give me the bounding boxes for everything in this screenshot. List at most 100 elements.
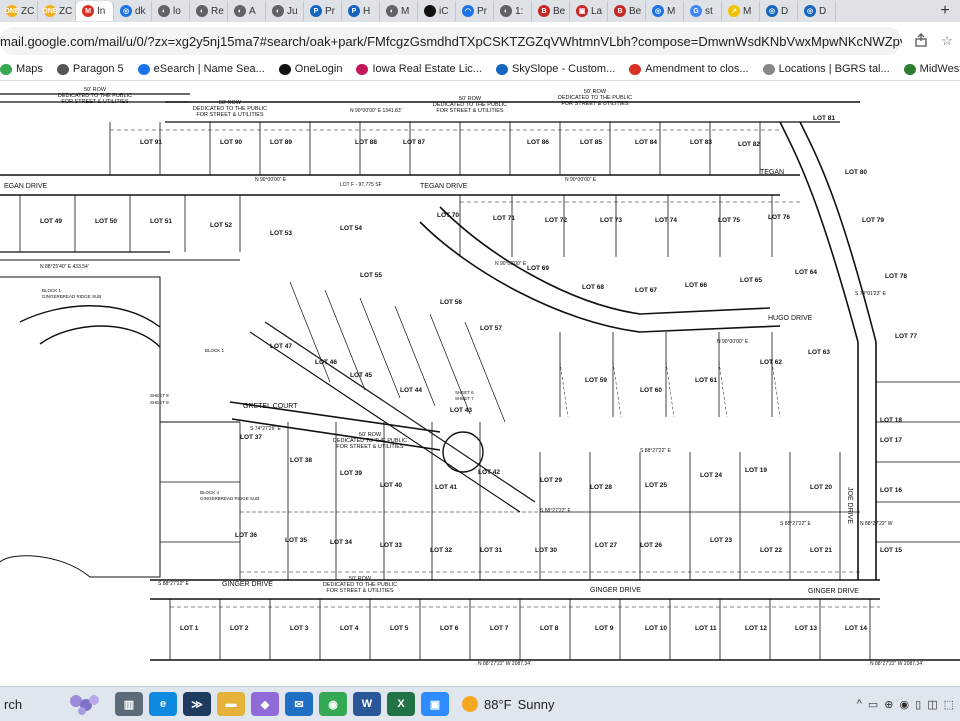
browser-tab[interactable]: iC [418,1,456,21]
browser-tab[interactable]: ◎ D [760,1,798,21]
lot-label: LOT 28 [590,484,612,491]
tab-title: In [97,5,106,17]
tab-favicon-icon: ONE [4,5,20,17]
bookmark-item[interactable]: Maps [0,63,43,75]
tab-title: Pr [325,5,335,17]
lot-label: LOT 75 [718,217,740,224]
copilot-icon[interactable]: ◆ [251,692,279,716]
browser-tab[interactable]: ◐ 1: [494,1,532,21]
sun-icon [462,696,478,712]
zoom-icon[interactable]: ▣ [421,692,449,716]
browser-tab[interactable]: ◐ A [228,1,266,21]
street-label: JOE DRIVE [846,487,853,524]
lot-label: LOT 83 [690,139,712,146]
bookmark-item[interactable]: SkySlope - Custom... [495,63,615,75]
tray-icon[interactable]: ◫ [927,698,937,711]
bookmark-item[interactable]: Amendment to clos... [629,63,749,75]
bearing-label: N 90°00'00" E 1341.83' [350,108,402,114]
lot-label: LOT 6 [440,625,459,632]
tab-favicon-icon: ◎ [766,5,778,17]
bookmark-label: Amendment to clos... [645,63,749,75]
lot-label: LOT 20 [810,484,832,491]
lot-label: LOT 37 [240,434,262,441]
task-view-icon[interactable]: ▥ [115,692,143,716]
bookmark-item[interactable]: OneLogin [278,63,342,75]
lot-label: LOT 9 [595,625,614,632]
lot-label: LOT 18 [880,417,902,424]
powershell-icon[interactable]: ≫ [183,692,211,716]
taskbar-search[interactable]: rch [0,687,56,721]
lot-label: LOT 65 [740,277,762,284]
lot-label: LOT 86 [527,139,549,146]
tab-favicon-icon: G [690,5,702,17]
browser-tab[interactable]: B Be [532,1,570,21]
browser-tab[interactable]: ONE ZC [38,1,76,21]
bookmark-item[interactable]: Paragon 5 [56,63,124,75]
bookmark-item[interactable]: eSearch | Name Sea... [137,63,265,75]
lot-label: LOT 26 [640,542,662,549]
lot-label: LOT 50 [95,218,117,225]
weather-widget[interactable]: 88°F Sunny [462,696,554,712]
bookmark-favicon-icon [762,63,775,75]
url-field[interactable]: mail.google.com/mail/u/0/?zx=xg2y5nj15ma… [0,27,902,55]
bookmarks-bar: Maps Paragon 5 eSearch | Name Sea... OneLog… [0,58,960,81]
bookmark-item[interactable]: Iowa Real Estate Lic... [356,63,482,75]
lot-label: LOT 55 [360,272,382,279]
lot-label: LOT 87 [403,139,425,146]
browser-tab[interactable]: ◐ Ju [266,1,304,21]
browser-tab[interactable]: ◎ M [646,1,684,21]
browser-tab[interactable]: M In [76,1,114,21]
browser-tab[interactable]: ◎ dk [114,1,152,21]
street-label: EGAN DRIVE [4,183,48,190]
excel-icon[interactable]: X [387,692,415,716]
browser-tab[interactable]: ◠ Pr [456,1,494,21]
tray-icon[interactable]: ◉ [900,698,910,711]
bookmark-favicon-icon [495,63,508,75]
lot-label: LOT 41 [435,484,457,491]
bearing-label: S 88°27'22" E [780,521,812,527]
tray-icon[interactable]: ^ [857,698,862,710]
browser-tab[interactable]: Gst [684,1,722,21]
tab-favicon-icon: ◐ [272,5,284,17]
browser-tab[interactable]: ◐ M [380,1,418,21]
browser-tab[interactable]: ◎ D [798,1,836,21]
browser-tab[interactable]: ◐ Re [190,1,228,21]
browser-tab[interactable]: ◐ lo [152,1,190,21]
browser-tab[interactable]: ▣ La [570,1,608,21]
new-tab-button[interactable]: + [930,2,960,20]
sheet-note-label: GINGERBREAD RIDGE SUB [42,294,101,299]
lot-label: LOT 29 [540,477,562,484]
bookmark-item[interactable]: MidWestOne [903,63,960,75]
browser-tab[interactable]: B Be [608,1,646,21]
plat-map-viewer[interactable]: LOT 1 LOT 2 LOT 3 LOT 4 LOT 5 LOT 6 LOT 7 LOT 8… [0,82,960,686]
mail-icon[interactable]: ✉ [285,692,313,716]
tab-favicon-icon: B [614,5,626,17]
browser-tab[interactable]: P Pr [304,1,342,21]
lot-label: LOT 14 [845,625,867,632]
tray-icon[interactable]: ⬚ [944,698,954,711]
share-icon[interactable] [908,32,934,50]
lot-label: LOT 85 [580,139,602,146]
browser-tab[interactable]: ↗ M [722,1,760,21]
lot-label: LOT 3 [290,625,309,632]
tab-title: D [781,5,789,17]
browser-tab[interactable]: ONE ZC [0,1,38,21]
browser-tab[interactable]: PH [342,1,380,21]
lot-label: LOT 40 [380,482,402,489]
bearing-label: S 79°01'23" E [855,291,887,297]
star-icon[interactable]: ☆ [934,33,960,49]
chrome-icon[interactable]: ◉ [319,692,347,716]
bearing-label: N 88°27'22" W 2087.34' [870,661,923,667]
tray-icon[interactable]: ▭ [868,698,878,711]
file-explorer-icon[interactable]: ▬ [217,692,245,716]
tab-title: Be [553,5,566,17]
word-icon[interactable]: W [353,692,381,716]
lot-label: LOT 44 [400,387,422,394]
lot-label: LOT 67 [635,287,657,294]
edge-icon[interactable]: e [149,692,177,716]
lot-label: LOT 17 [880,437,902,444]
tray-icon[interactable]: ▯ [915,698,921,711]
bookmark-item[interactable]: Locations | BGRS tal... [762,63,890,75]
tray-icon[interactable]: ⊕ [884,698,893,711]
sheet-note-label: BLOCK 1 [205,348,225,353]
